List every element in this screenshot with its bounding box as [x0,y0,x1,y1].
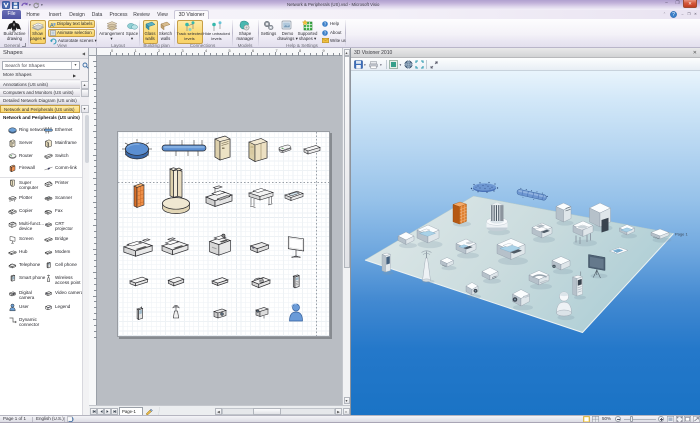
svg-text:Page 1: Page 1 [675,232,688,237]
svg-text:?: ? [672,12,675,18]
svg-text:A: A [50,23,54,28]
